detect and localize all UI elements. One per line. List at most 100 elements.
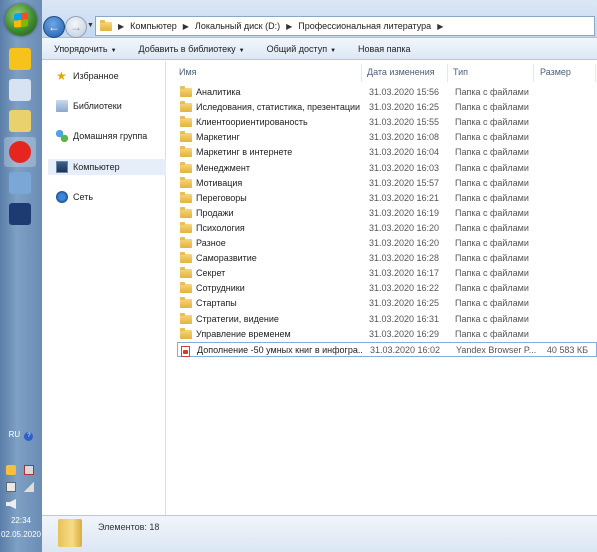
column-header-date[interactable]: Дата изменения xyxy=(367,67,435,77)
folder-icon xyxy=(180,312,192,324)
file-row[interactable]: Психология 31.03.2020 16:20 Папка с файлам… xyxy=(177,221,597,236)
folder-icon xyxy=(180,101,192,113)
library-icon xyxy=(56,100,68,112)
paint-icon xyxy=(9,172,31,194)
folder-icon xyxy=(180,131,192,143)
column-header-type[interactable]: Тип xyxy=(453,67,468,77)
sticky-notes-taskbar-button[interactable] xyxy=(4,44,36,74)
language-indicator[interactable]: RU ? xyxy=(0,430,42,441)
folder-icon xyxy=(180,282,192,294)
file-row[interactable]: Управление временем 31.03.2020 16:29 Папка… xyxy=(177,327,597,342)
file-row[interactable]: Иследования, статистика, презентации 31.0… xyxy=(177,100,597,115)
file-row[interactable]: Аналитика 31.03.2020 15:56 Папка с файлами xyxy=(177,85,597,100)
paint-taskbar-button[interactable] xyxy=(4,168,36,198)
file-type: Папка с файлами xyxy=(455,313,529,324)
file-row[interactable]: Стартапы 31.03.2020 16:25 Папка с файлами xyxy=(177,296,597,311)
file-row[interactable]: Маркетинг 31.03.2020 16:08 Папка с файлами xyxy=(177,130,597,145)
column-divider[interactable] xyxy=(533,64,534,82)
folder-icon xyxy=(180,237,192,248)
file-type: Папка с файлами xyxy=(455,222,529,233)
nav-item-label: Избранное xyxy=(73,71,119,81)
file-list: Имя Дата изменения Тип Размер Аналитика 3… xyxy=(167,61,597,515)
forward-button[interactable]: → xyxy=(65,16,87,38)
breadcrumb-arrow-icon[interactable]: ▶ xyxy=(118,22,124,31)
file-type: Папка с файлами xyxy=(455,147,529,158)
chevron-down-icon: ▼ xyxy=(110,47,117,54)
file-row[interactable]: Переговоры 31.03.2020 16:21 Папка с файлам… xyxy=(177,191,597,206)
network-warning-icon[interactable] xyxy=(24,465,34,475)
breadcrumb-computer[interactable]: Компьютер xyxy=(130,21,177,31)
nav-item-network[interactable]: Сеть xyxy=(56,189,93,205)
folder-icon xyxy=(180,267,192,279)
column-divider[interactable] xyxy=(361,64,362,82)
help-icon[interactable]: ? xyxy=(24,432,34,441)
network-icon xyxy=(56,191,68,203)
file-name: Управление временем xyxy=(196,328,291,339)
organize-button[interactable]: Упорядочить ▼ xyxy=(54,44,117,54)
breadcrumb-arrow-icon[interactable]: ▶ xyxy=(183,22,189,31)
column-header-name[interactable]: Имя xyxy=(179,67,197,77)
calculator-taskbar-button[interactable] xyxy=(4,75,36,105)
file-date: 31.03.2020 16:20 xyxy=(369,238,440,248)
file-date: 31.03.2020 15:55 xyxy=(369,117,440,128)
file-type: Папка с файлами xyxy=(455,87,529,97)
file-row[interactable]: Разное 31.03.2020 16:20 Папка с файлами xyxy=(177,236,597,251)
file-date: 31.03.2020 16:17 xyxy=(369,268,440,279)
file-row[interactable]: Продажи 31.03.2020 16:19 Папка с файлами xyxy=(177,206,597,221)
add-to-library-button[interactable]: Добавить в библиотеку ▼ xyxy=(139,44,245,54)
file-name: Разное xyxy=(196,238,226,248)
nav-item-homegroup[interactable]: Домашняя группа xyxy=(56,128,147,144)
recent-pages-dropdown-icon[interactable]: ▼ xyxy=(87,22,94,29)
share-button[interactable]: Общий доступ ▼ xyxy=(267,44,336,54)
file-row[interactable]: Дополнение -50 умных книг в инфогра... 31… xyxy=(177,341,597,357)
star-icon: ★ xyxy=(56,69,67,83)
breadcrumb-folder[interactable]: Профессиональная литература xyxy=(298,21,431,31)
add-to-library-label: Добавить в библиотеку xyxy=(138,43,236,54)
file-date: 31.03.2020 15:57 xyxy=(369,177,440,188)
clock-date[interactable]: 02.05.2020 xyxy=(0,530,42,539)
homegroup-icon xyxy=(56,130,68,142)
nav-item-favorites[interactable]: ★ Избранное xyxy=(56,68,119,84)
file-row[interactable]: Сотрудники 31.03.2020 16:22 Папка с файлам… xyxy=(177,281,597,296)
yandex-browser-taskbar-button[interactable] xyxy=(4,137,36,167)
breadcrumb-arrow-icon[interactable]: ▶ xyxy=(286,22,292,31)
clock-time[interactable]: 22:34 xyxy=(0,516,42,525)
column-divider[interactable] xyxy=(447,64,448,82)
file-row[interactable]: Менеджмент 31.03.2020 16:03 Папка с файлам… xyxy=(177,161,597,176)
battery-icon[interactable] xyxy=(6,482,16,492)
file-row[interactable]: Секрет 31.03.2020 16:17 Папка с файлами xyxy=(177,266,597,281)
photoshop-icon xyxy=(9,203,31,225)
file-row[interactable]: Клиентоориентированость 31.03.2020 15:55 П… xyxy=(177,115,597,130)
file-row[interactable]: Маркетинг в интернете 31.03.2020 16:04 Пап… xyxy=(177,145,597,160)
column-divider[interactable] xyxy=(595,64,596,82)
action-center-flag-icon[interactable] xyxy=(6,465,16,475)
file-row[interactable]: Стратегии, видение 31.03.2020 16:31 Папка … xyxy=(177,312,597,327)
address-bar[interactable]: ▶ Компьютер ▶ Локальный диск (D:) ▶ Проф… xyxy=(95,16,595,36)
folder-icon xyxy=(180,327,192,339)
column-header-size[interactable]: Размер xyxy=(540,67,571,77)
file-type: Папка с файлами xyxy=(455,298,529,309)
file-row[interactable]: Саморазвитие 31.03.2020 16:28 Папка с файл… xyxy=(177,251,597,266)
photoshop-taskbar-button[interactable] xyxy=(4,199,36,229)
folder-icon xyxy=(180,221,192,233)
file-name: Стартапы xyxy=(196,298,237,309)
start-button[interactable] xyxy=(5,4,37,36)
new-folder-button[interactable]: Новая папка xyxy=(358,44,410,54)
computer-icon xyxy=(56,161,68,173)
nav-item-libraries[interactable]: Библиотеки xyxy=(56,98,122,114)
folder-icon xyxy=(180,252,192,264)
breadcrumb-arrow-icon[interactable]: ▶ xyxy=(437,22,443,31)
volume-icon[interactable] xyxy=(6,499,16,509)
signal-bars-icon[interactable] xyxy=(24,482,34,492)
navigation-pane: ★ Избранное Библиотеки Домашняя группа К… xyxy=(42,61,166,515)
language-label: RU xyxy=(8,430,21,439)
file-date: 31.03.2020 15:56 xyxy=(369,87,440,97)
file-name: Сотрудники xyxy=(196,283,245,294)
back-button[interactable]: ← xyxy=(43,16,65,38)
nav-item-computer[interactable]: Компьютер xyxy=(48,159,166,175)
breadcrumb-drive[interactable]: Локальный диск (D:) xyxy=(195,21,280,31)
file-row[interactable]: Мотивация 31.03.2020 15:57 Папка с файлами xyxy=(177,176,597,191)
control-panel-taskbar-button[interactable] xyxy=(4,106,36,136)
file-name: Аналитика xyxy=(196,87,241,97)
file-type: Папка с файлами xyxy=(455,238,529,248)
